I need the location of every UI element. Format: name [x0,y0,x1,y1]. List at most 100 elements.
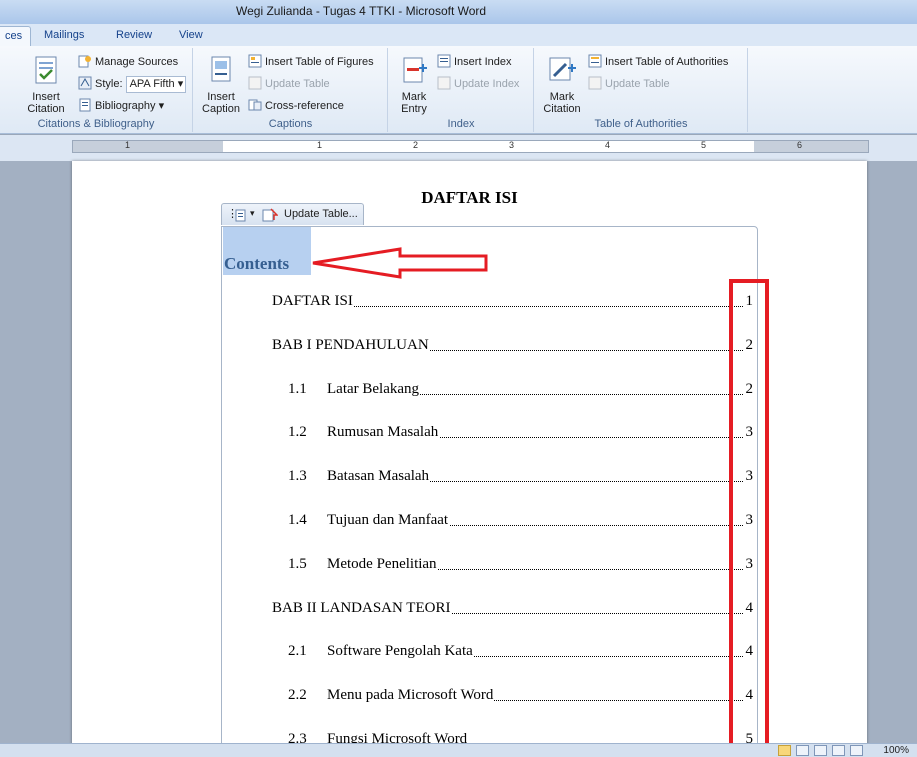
document-title: DAFTAR ISI [421,188,518,207]
horizontal-ruler[interactable]: 1 1 2 3 4 5 6 [72,140,869,153]
manage-sources-label: Manage Sources [95,56,179,68]
annotation-arrow [312,247,488,279]
window-title: Wegi Zulianda - Tugas 4 TTKI - Microsoft… [236,4,487,18]
full-screen-reading-view-button[interactable] [796,745,809,756]
toc-entry[interactable]: 1.3 Batasan Masalah 3 [288,468,753,486]
tab-review[interactable]: Review [108,26,160,46]
insert-table-of-figures-button[interactable]: Insert Table of Figures [248,53,374,73]
style-value: APA Fifth [129,77,175,90]
toc-menu-icon[interactable] [235,209,247,222]
ruler-number: 6 [797,140,803,150]
toc-entry[interactable]: BAB I PENDAHULUAN 2 [272,337,753,355]
style-selector[interactable]: Style: APA Fifth ▾ [78,75,186,95]
update-table-captions-label: Update Table [265,78,330,90]
insert-citation-label: Insert Citation [27,91,65,115]
ruler-number: 4 [605,140,611,150]
cross-reference-label: Cross-reference [265,100,344,112]
toc-entry[interactable]: 1.4 Tujuan dan Manfaat 3 [288,512,753,530]
update-index-label: Update Index [454,78,520,90]
toc-entry-text: Rumusan Masalah [327,424,440,441]
toc-heading[interactable]: Contents [224,254,289,274]
chevron-down-icon: ▾ [177,77,184,90]
toc-entry[interactable]: 1.1 Latar Belakang 2 [288,381,753,399]
group-index: Mark Entry Insert Index Update Index Ind… [389,48,534,132]
toc-entry-number: 1.1 [288,381,307,397]
update-table-captions-button[interactable]: Update Table [248,75,330,95]
tab-references[interactable]: ces [0,26,32,46]
title-bar: Wegi Zulianda - Tugas 4 TTKI - Microsoft… [0,0,917,24]
chevron-down-icon[interactable]: ▾ [250,208,255,219]
toc-entry[interactable]: 1.5 Metode Penelitian 3 [288,556,753,574]
ruler-left-margin [73,141,223,152]
print-layout-view-button[interactable] [778,745,791,756]
cross-reference-icon [248,99,262,111]
toc-entry-text: Tujuan dan Manfaat [327,512,450,529]
table-of-figures-icon [248,54,262,68]
toc-entry[interactable]: 2.2 Menu pada Microsoft Word 4 [288,687,753,705]
insert-citation-icon [35,56,57,84]
mark-entry-icon [403,57,427,83]
ribbon: Insert Citation Manage Sources Style: AP… [0,46,917,134]
toc-entry-number: 1.5 [288,556,307,572]
insert-caption-label: Insert Caption [202,91,240,115]
ribbon-tabs: ces Mailings Review View [0,24,917,46]
insert-index-icon [437,54,451,68]
update-table-icon [248,76,262,90]
toc-entry-text: DAFTAR ISI [272,293,354,310]
toc-entry-text: Software Pengolah Kata [327,643,474,660]
toc-entry-text: Batasan Masalah [327,468,431,485]
insert-caption-button[interactable]: Insert Caption [198,54,244,115]
style-icon [78,76,92,90]
web-layout-view-button[interactable] [814,745,827,756]
style-dropdown[interactable]: APA Fifth ▾ [125,75,186,93]
outline-view-button[interactable] [832,745,845,756]
toc-entry[interactable]: 1.2 Rumusan Masalah 3 [288,424,753,442]
group-citations: Insert Citation Manage Sources Style: AP… [0,48,193,132]
bibliography-icon [79,98,91,112]
bibliography-button[interactable]: Bibliography ▾ [78,97,164,117]
ruler-right-margin [754,141,868,152]
mark-citation-icon [549,57,576,81]
toc-handle[interactable]: ⋮ ▾ Update Table... [221,203,364,225]
update-table-authorities-label: Update Table [605,78,670,90]
toc-update-table-button[interactable]: Update Table... [284,208,358,220]
update-table-icon [588,76,602,90]
toc-entry-number: 1.2 [288,424,307,440]
ruler-number: 3 [509,140,515,150]
group-label-authorities: Table of Authorities [594,118,688,130]
ruler-bar: 1 1 2 3 4 5 6 [0,135,917,161]
ruler-number: 1 [317,140,323,150]
mark-entry-label: Mark Entry [401,91,427,115]
chevron-down-icon: ▾ [158,100,165,112]
insert-index-button[interactable]: Insert Index [437,53,511,73]
insert-table-of-authorities-button[interactable]: Insert Table of Authorities [588,53,728,73]
manage-sources-button[interactable]: Manage Sources [78,53,178,73]
insert-table-of-figures-label: Insert Table of Figures [265,56,374,68]
mark-citation-button[interactable]: Mark Citation [539,54,585,115]
insert-citation-button[interactable]: Insert Citation [18,54,74,115]
status-bar: 100% [0,743,917,757]
draft-view-button[interactable] [850,745,863,756]
ruler-number: 1 [125,140,131,150]
style-label: Style: [95,78,123,90]
ruler-number: 5 [701,140,707,150]
tab-mailings[interactable]: Mailings [36,26,92,46]
toc-entry-text: Menu pada Microsoft Word [327,687,495,704]
tab-view[interactable]: View [171,26,211,46]
toc-entry[interactable]: DAFTAR ISI 1 [272,293,753,311]
ruler-number: 2 [413,140,419,150]
mark-citation-label: Mark Citation [543,91,581,115]
mark-entry-button[interactable]: Mark Entry [393,54,435,115]
toc-entry[interactable]: BAB II LANDASAN TEORI 4 [272,600,753,618]
manage-sources-icon [78,55,91,68]
toc-entry[interactable]: 2.1 Software Pengolah Kata 4 [288,643,753,661]
group-label-citations: Citations & Bibliography [37,118,155,130]
update-index-button[interactable]: Update Index [437,75,519,95]
update-table-authorities-button[interactable]: Update Table [588,75,670,95]
cross-reference-button[interactable]: Cross-reference [248,97,344,117]
toc-entry-text: Latar Belakang [327,381,421,398]
bibliography-label: Bibliography [95,100,156,112]
toc-entry-number: 2.2 [288,687,307,703]
update-table-icon [262,208,278,222]
zoom-level[interactable]: 100% [883,745,909,756]
